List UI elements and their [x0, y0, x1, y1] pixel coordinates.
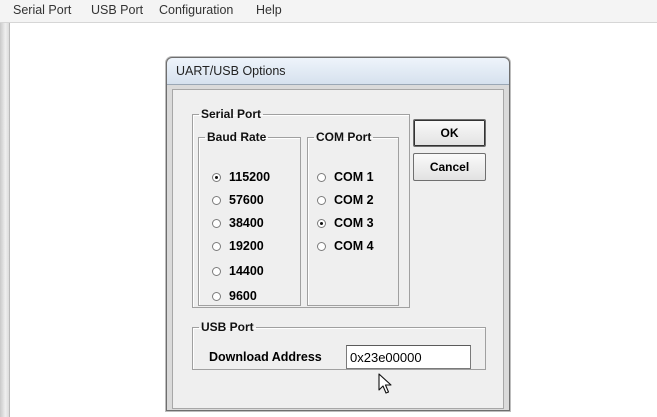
radio-unselected-icon[interactable] — [212, 266, 221, 276]
serial-port-group-label: Serial Port — [201, 107, 262, 121]
usb-port-group: USB Port Download Address — [192, 321, 486, 370]
usb-port-group-label: USB Port — [201, 320, 254, 334]
menu-usb-port[interactable]: USB Port — [91, 3, 143, 17]
com-port-option-com4[interactable]: COM 4 — [317, 238, 374, 254]
menu-bar: Serial Port USB Port Configuration Help — [0, 0, 657, 23]
menu-help[interactable]: Help — [256, 3, 282, 17]
com-port-option-com1[interactable]: COM 1 — [317, 169, 374, 185]
baud-rate-group: Baud Rate 115200 57600 38400 19200 14400… — [198, 131, 301, 306]
baud-rate-group-label: Baud Rate — [207, 130, 267, 144]
com-port-group-label: COM Port — [316, 130, 372, 144]
dialog-client-area: Serial Port Baud Rate 115200 57600 38400 — [172, 89, 504, 409]
ok-button[interactable]: OK — [413, 119, 486, 147]
radio-selected-icon[interactable] — [317, 218, 326, 228]
baud-rate-option-14400[interactable]: 14400 — [212, 263, 264, 279]
download-address-label: Download Address — [209, 350, 322, 364]
uart-usb-options-dialog: UART/USB Options Serial Port Baud Rate 1… — [166, 57, 510, 411]
baud-rate-option-label: 115200 — [229, 170, 271, 184]
baud-rate-option-label: 9600 — [229, 289, 257, 303]
radio-unselected-icon[interactable] — [317, 241, 326, 251]
baud-rate-option-label: 14400 — [229, 264, 264, 278]
radio-selected-icon[interactable] — [212, 172, 221, 182]
download-address-input[interactable] — [346, 345, 471, 369]
menu-configuration[interactable]: Configuration — [159, 3, 233, 17]
radio-unselected-icon[interactable] — [212, 291, 221, 301]
baud-rate-option-label: 57600 — [229, 193, 264, 207]
com-port-option-label: COM 1 — [334, 170, 374, 184]
com-port-option-com2[interactable]: COM 2 — [317, 192, 374, 208]
mouse-pointer-icon — [378, 373, 392, 394]
radio-unselected-icon[interactable] — [317, 172, 326, 182]
com-port-option-com3[interactable]: COM 3 — [317, 215, 374, 231]
radio-unselected-icon[interactable] — [212, 241, 221, 251]
com-port-option-label: COM 2 — [334, 193, 374, 207]
com-port-group: COM Port COM 1 COM 2 COM 3 COM 4 — [307, 131, 399, 306]
baud-rate-option-57600[interactable]: 57600 — [212, 192, 264, 208]
radio-unselected-icon[interactable] — [212, 195, 221, 205]
serial-port-group: Serial Port Baud Rate 115200 57600 38400 — [192, 108, 410, 308]
dialog-title-bar[interactable]: UART/USB Options — [167, 58, 509, 85]
baud-rate-option-19200[interactable]: 19200 — [212, 238, 264, 254]
baud-rate-option-label: 38400 — [229, 216, 264, 230]
baud-rate-option-label: 19200 — [229, 239, 264, 253]
com-port-option-label: COM 3 — [334, 216, 374, 230]
radio-unselected-icon[interactable] — [317, 195, 326, 205]
dialog-title: UART/USB Options — [176, 64, 286, 78]
window-left-frame — [0, 0, 9, 417]
baud-rate-option-38400[interactable]: 38400 — [212, 215, 264, 231]
com-port-option-label: COM 4 — [334, 239, 374, 253]
radio-unselected-icon[interactable] — [212, 218, 221, 228]
menu-serial-port[interactable]: Serial Port — [13, 3, 71, 17]
cancel-button[interactable]: Cancel — [413, 153, 486, 181]
baud-rate-option-9600[interactable]: 9600 — [212, 288, 257, 304]
baud-rate-option-115200[interactable]: 115200 — [212, 169, 270, 185]
